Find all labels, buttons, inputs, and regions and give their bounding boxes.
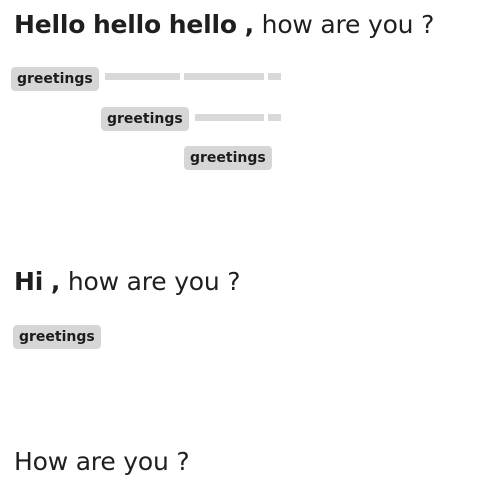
token-hello-3[interactable]: hello	[169, 10, 237, 39]
token-comma[interactable]: ,	[245, 10, 255, 39]
sentence-rest: how are you ?	[261, 10, 435, 39]
token-comma[interactable]: ,	[51, 267, 61, 296]
span-rail	[268, 114, 281, 121]
tag-greetings[interactable]: greetings	[184, 146, 272, 170]
sentence-3: How are you ?	[14, 447, 190, 477]
tag-greetings[interactable]: greetings	[101, 107, 189, 131]
tag-greetings[interactable]: greetings	[11, 67, 99, 91]
sentence-1: Hello hello hello , how are you ?	[14, 10, 434, 40]
span-rail	[195, 114, 264, 121]
token-hello-1[interactable]: Hello	[14, 10, 85, 39]
token-hi[interactable]: Hi	[14, 267, 43, 296]
span-rail	[105, 73, 180, 80]
span-rail	[184, 73, 264, 80]
token-hello-2[interactable]: hello	[93, 10, 161, 39]
sentence-rest: how are you ?	[67, 267, 241, 296]
span-rail	[268, 73, 281, 80]
tag-greetings[interactable]: greetings	[13, 325, 101, 349]
sentence-rest: How are you ?	[14, 447, 190, 476]
sentence-2: Hi , how are you ?	[14, 267, 241, 297]
